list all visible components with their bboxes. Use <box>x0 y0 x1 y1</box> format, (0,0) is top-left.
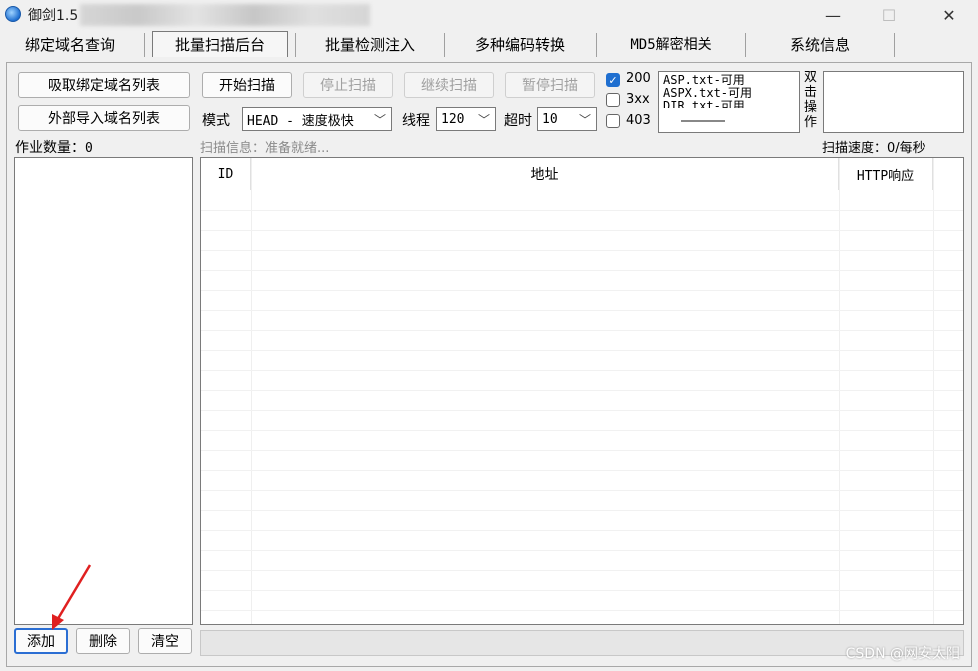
table-row-line <box>201 350 963 351</box>
tab-bar: 绑定域名查询 批量扫描后台 批量检测注入 多种编码转换 MD5解密相关 系统信息 <box>0 30 978 58</box>
status-3xx-label: 3xx <box>626 92 650 107</box>
table-row-line <box>201 290 963 291</box>
tab-system-info[interactable]: 系统信息 <box>750 30 890 58</box>
tab-md5-decrypt[interactable]: MD5解密相关 <box>600 30 742 58</box>
table-row-line <box>201 530 963 531</box>
operation-box[interactable] <box>823 71 964 133</box>
timeout-select[interactable]: 10 ﹀ <box>537 107 597 131</box>
domain-list[interactable] <box>14 157 193 625</box>
status-403-label: 403 <box>626 113 651 128</box>
job-count-label: 作业数量：0 <box>15 140 93 156</box>
table-row-line <box>201 230 963 231</box>
import-external-domains-button[interactable]: 外部导入域名列表 <box>18 105 190 131</box>
chevron-down-icon: ﹀ <box>477 113 490 127</box>
table-row-line <box>201 490 963 491</box>
status-200-checkbox[interactable]: ✓ <box>606 73 620 87</box>
status-403-checkbox[interactable] <box>606 114 620 128</box>
threads-value: 120 <box>441 111 465 127</box>
mode-select[interactable]: HEAD - 速度极快 ﹀ <box>242 107 392 131</box>
tab-separator <box>894 33 895 57</box>
tab-encoding-convert[interactable]: 多种编码转换 <box>448 30 592 58</box>
tab-bound-domain-query[interactable]: 绑定域名查询 <box>10 30 130 58</box>
table-row-line <box>201 390 963 391</box>
minimize-button[interactable]: — <box>810 0 856 30</box>
table-row-line <box>201 330 963 331</box>
chevron-down-icon: ﹀ <box>578 113 591 127</box>
status-200-label: 200 <box>626 71 651 86</box>
double-click-label: 双击操作 <box>804 70 818 130</box>
tab-separator <box>144 33 145 57</box>
tab-separator <box>596 33 597 57</box>
blurred-title-area <box>80 4 370 26</box>
tab-separator <box>295 33 296 57</box>
status-3xx-checkbox[interactable] <box>606 93 620 107</box>
table-row-line <box>201 410 963 411</box>
watermark: CSDN @网安太阳 <box>845 646 960 662</box>
table-row-line <box>201 590 963 591</box>
column-header-id[interactable]: ID <box>201 158 251 190</box>
table-row-line <box>201 510 963 511</box>
stop-scan-button[interactable]: 停止扫描 <box>303 72 393 98</box>
title-bar: 御剑1.5 — ☐ ✕ <box>0 0 978 30</box>
tab-batch-scan-admin[interactable]: 批量扫描后台 <box>152 31 288 57</box>
table-row-line <box>201 570 963 571</box>
table-row-line <box>201 250 963 251</box>
table-row-line <box>201 430 963 431</box>
timeout-label: 超时 <box>504 113 532 129</box>
timeout-value: 10 <box>542 111 558 127</box>
window-title: 御剑1.5 <box>28 8 79 24</box>
close-button[interactable]: ✕ <box>926 0 972 30</box>
dictionary-item[interactable]: ASPX.txt-可用 <box>663 87 799 100</box>
maximize-button[interactable]: ☐ <box>866 0 912 30</box>
tab-separator <box>444 33 445 57</box>
table-row-line <box>201 370 963 371</box>
start-scan-button[interactable]: 开始扫描 <box>202 72 292 98</box>
mode-label: 模式 <box>202 113 230 129</box>
table-row-line <box>201 270 963 271</box>
pause-scan-button[interactable]: 暂停扫描 <box>505 72 595 98</box>
continue-scan-button[interactable]: 继续扫描 <box>404 72 494 98</box>
mode-value: HEAD - 速度极快 <box>247 113 354 129</box>
threads-label: 线程 <box>402 113 430 129</box>
tab-batch-injection[interactable]: 批量检测注入 <box>300 30 440 58</box>
job-count-value: 0 <box>85 141 93 156</box>
annotation-arrow-icon <box>52 564 92 630</box>
table-row-line <box>201 450 963 451</box>
column-divider <box>251 158 252 624</box>
scan-info: 扫描信息：准备就绪... <box>200 141 330 156</box>
table-row-line <box>201 550 963 551</box>
tab-separator <box>745 33 746 57</box>
clear-button[interactable]: 清空 <box>138 628 192 654</box>
dictionary-item[interactable]: DIR.txt-可用 <box>663 100 799 108</box>
column-divider <box>933 158 934 624</box>
column-divider <box>839 158 840 624</box>
import-bound-domains-button[interactable]: 吸取绑定域名列表 <box>18 72 190 98</box>
table-row-line <box>201 610 963 611</box>
column-header-address[interactable]: 地址 <box>251 158 839 190</box>
table-row-line <box>201 470 963 471</box>
list-scrollbar-thumb[interactable] <box>681 120 725 122</box>
column-header-http-response[interactable]: HTTP响应 <box>839 158 933 190</box>
table-row-line <box>201 210 963 211</box>
results-table[interactable]: ID 地址 HTTP响应 <box>200 157 964 625</box>
scan-speed: 扫描速度：0/每秒 <box>822 141 926 156</box>
table-row-line <box>201 310 963 311</box>
chevron-down-icon: ﹀ <box>373 113 386 127</box>
threads-select[interactable]: 120 ﹀ <box>436 107 496 131</box>
dictionary-list[interactable]: ASP.txt-可用 ASPX.txt-可用 DIR.txt-可用 <box>658 71 800 133</box>
app-globe-icon <box>5 6 21 22</box>
